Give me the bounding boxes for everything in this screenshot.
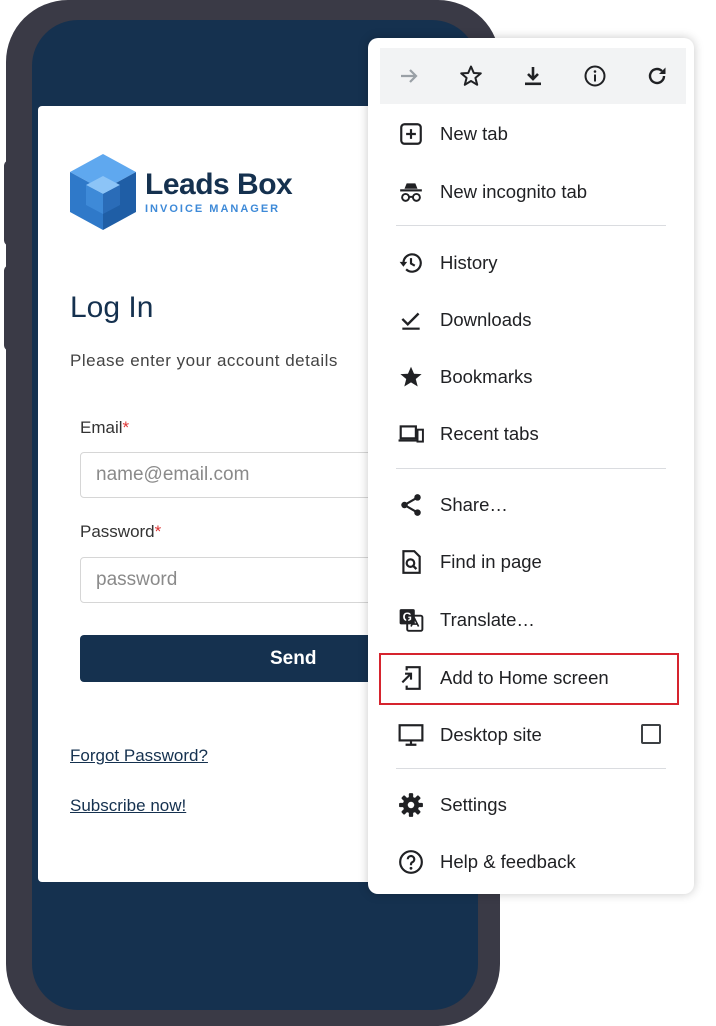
find-in-page-icon (396, 547, 426, 577)
menu-item-help-feedback[interactable]: Help & feedback (396, 842, 576, 882)
menu-item-label: Help & feedback (440, 851, 576, 872)
menu-toolbar (380, 48, 686, 104)
menu-item-find-in-page[interactable]: Find in page (396, 542, 542, 582)
download-icon[interactable] (520, 63, 546, 89)
menu-item-desktop-site[interactable]: Desktop site (396, 715, 542, 755)
cube-logo-icon (70, 154, 136, 230)
menu-item-translate[interactable]: G Translate… (396, 600, 535, 640)
settings-gear-icon (396, 790, 426, 820)
phone-side-button (4, 265, 18, 351)
menu-divider (396, 468, 666, 469)
downloads-icon (396, 305, 426, 335)
bookmarks-icon (396, 362, 426, 392)
page-subtitle: Please enter your account details (70, 351, 338, 370)
new-tab-icon (396, 119, 426, 149)
brand-logo: Leads Box INVOICE MANAGER (68, 152, 293, 232)
menu-item-settings[interactable]: Settings (396, 785, 507, 825)
menu-item-label: Settings (440, 794, 507, 815)
info-icon[interactable] (582, 63, 608, 89)
menu-item-new-tab[interactable]: New tab (396, 114, 508, 154)
menu-item-recent-tabs[interactable]: Recent tabs (396, 414, 539, 454)
menu-item-add-to-home-screen[interactable]: Add to Home screen (396, 658, 609, 698)
menu-item-label: Desktop site (440, 724, 542, 745)
reload-icon[interactable] (644, 63, 670, 89)
recent-tabs-icon (396, 419, 426, 449)
menu-item-history[interactable]: History (396, 243, 498, 283)
forgot-password-link[interactable]: Forgot Password? (70, 746, 208, 766)
history-icon (396, 248, 426, 278)
desktop-site-checkbox[interactable] (641, 724, 661, 744)
menu-item-share[interactable]: Share… (396, 485, 508, 525)
phone-side-button (4, 160, 18, 246)
browser-menu: New tab New incognito tab History Downlo… (368, 38, 694, 894)
help-icon (396, 847, 426, 877)
add-to-home-screen-icon (396, 663, 426, 693)
required-mark: * (154, 522, 162, 541)
password-label: Password* (80, 522, 161, 542)
email-label: Email* (80, 418, 129, 438)
required-mark: * (122, 418, 130, 437)
menu-divider (396, 225, 666, 226)
bookmark-star-icon[interactable] (458, 63, 484, 89)
share-icon (396, 490, 426, 520)
menu-item-label: Find in page (440, 551, 542, 572)
incognito-icon (396, 177, 426, 207)
menu-divider (396, 768, 666, 769)
brand-tagline: INVOICE MANAGER (145, 202, 281, 215)
brand-name: Leads Box (145, 167, 293, 201)
login-card: Leads Box INVOICE MANAGER Log In Please … (38, 106, 440, 882)
menu-item-new-incognito-tab[interactable]: New incognito tab (396, 172, 587, 212)
translate-icon: G (396, 605, 426, 635)
menu-item-label: History (440, 252, 498, 273)
menu-item-downloads[interactable]: Downloads (396, 300, 532, 340)
menu-item-label: Downloads (440, 309, 532, 330)
menu-item-label: New incognito tab (440, 181, 588, 202)
menu-item-label: Translate… (440, 609, 535, 630)
menu-item-label: Bookmarks (440, 366, 533, 387)
subscribe-link[interactable]: Subscribe now! (70, 796, 186, 816)
desktop-icon (396, 720, 426, 750)
menu-item-bookmarks[interactable]: Bookmarks (396, 357, 533, 397)
forward-icon[interactable] (396, 63, 422, 89)
page-title: Log In (70, 291, 154, 324)
menu-item-label: Add to Home screen (440, 667, 609, 688)
menu-item-label: Share… (440, 494, 508, 515)
email-label-text: Email (80, 418, 123, 437)
menu-item-label: Recent tabs (440, 423, 539, 444)
password-label-text: Password (80, 522, 155, 541)
menu-item-label: New tab (440, 123, 508, 144)
